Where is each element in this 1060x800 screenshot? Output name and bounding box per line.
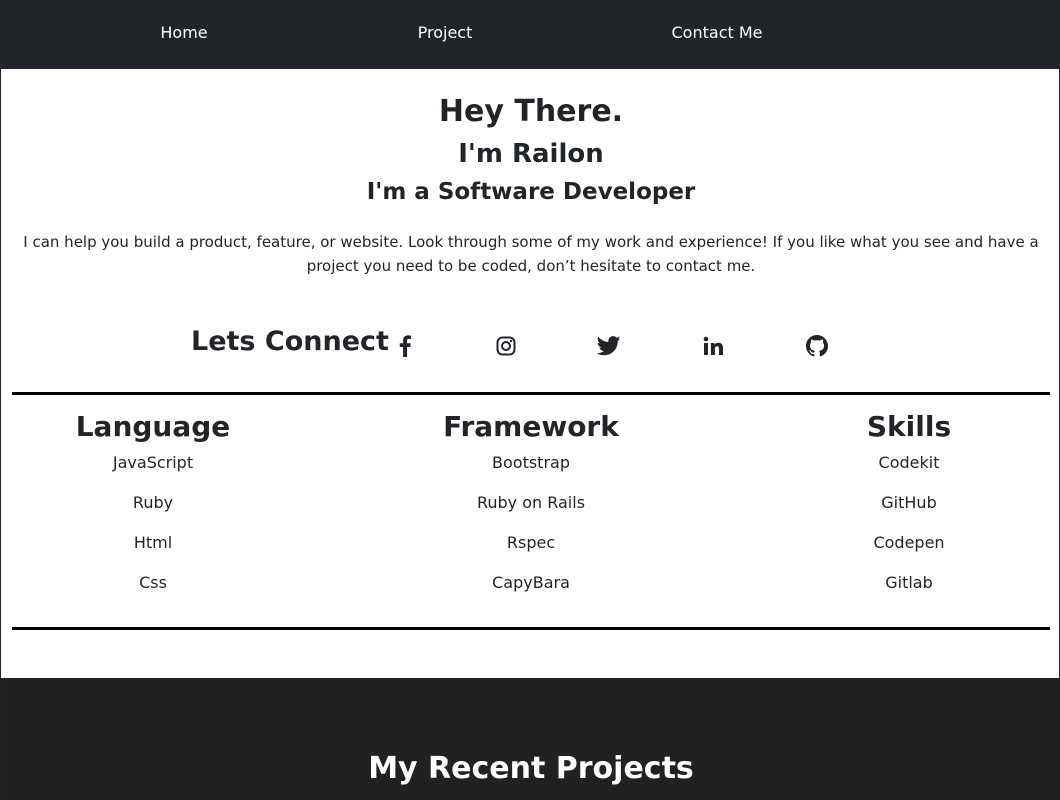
nav-home-link[interactable]: Home xyxy=(160,23,207,43)
nav-project-link[interactable]: Project xyxy=(418,23,473,43)
skills-item: Codekit xyxy=(878,453,940,472)
framework-item: CapyBara xyxy=(492,573,570,592)
framework-item: Bootstrap xyxy=(492,453,570,472)
skills-item: Codepen xyxy=(873,533,945,552)
language-item: Html xyxy=(133,533,173,552)
divider-top xyxy=(12,392,1050,395)
github-icon[interactable] xyxy=(804,333,830,359)
language-item: JavaScript xyxy=(112,453,194,472)
connect-title: Lets Connect xyxy=(191,326,389,357)
hero-role: I'm a Software Developer xyxy=(366,179,696,205)
nav-contact-link[interactable]: Contact Me xyxy=(672,23,763,43)
framework-title: Framework xyxy=(443,410,619,443)
skills-item: Gitlab xyxy=(885,573,933,592)
hero-description: I can help you build a product, feature,… xyxy=(23,233,1039,275)
projects-section: My Recent Projects xyxy=(1,678,1060,800)
facebook-icon[interactable] xyxy=(392,333,418,359)
divider-bottom xyxy=(12,627,1050,630)
hero-name: I'm Railon xyxy=(458,139,604,169)
framework-item: Rspec xyxy=(506,533,556,552)
linkedin-icon[interactable] xyxy=(700,333,726,359)
language-title: Language xyxy=(75,410,231,443)
page: Home Project Contact Me Hey There. I'm R… xyxy=(0,0,1060,800)
skills-item: GitHub xyxy=(881,493,937,512)
projects-title: My Recent Projects xyxy=(368,750,694,786)
framework-item: Ruby on Rails xyxy=(476,493,586,512)
instagram-icon[interactable] xyxy=(493,333,519,359)
language-item: Ruby xyxy=(132,493,174,512)
skills-title: Skills xyxy=(866,410,952,443)
twitter-icon[interactable] xyxy=(596,333,622,359)
hero-greeting: Hey There. xyxy=(438,94,624,129)
language-item: Css xyxy=(139,573,167,592)
navbar: Home Project Contact Me xyxy=(1,0,1060,69)
